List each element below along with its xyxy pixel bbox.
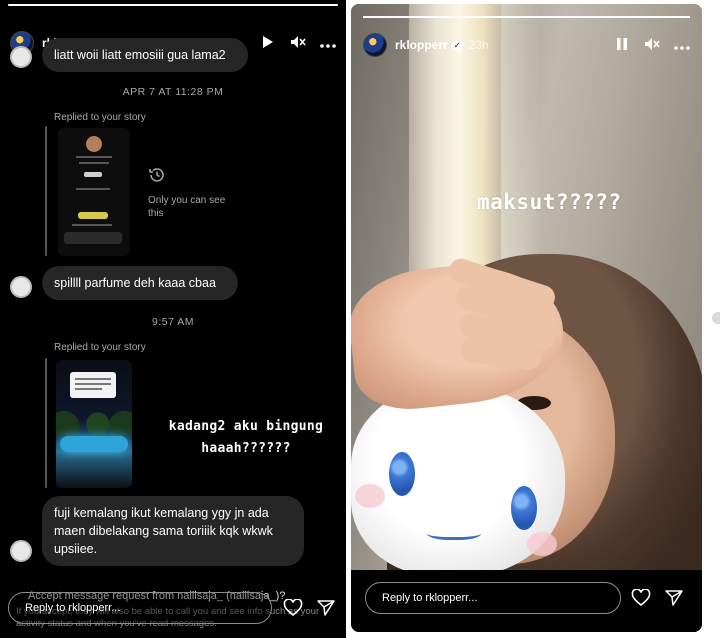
story-header: rklopperr ✓ 23h [351, 30, 702, 60]
send-icon[interactable] [663, 587, 685, 609]
story-time: 23h [468, 38, 489, 52]
reply-bar [45, 126, 47, 256]
reply-input[interactable]: Reply to rklopperr... [365, 582, 621, 614]
mute-icon[interactable] [290, 35, 306, 52]
pause-icon[interactable] [614, 37, 630, 54]
left-story-panel: rklopperr ✓ 23h liatt woii liatt emosiii… [0, 0, 346, 638]
story-progress-bar [363, 16, 690, 18]
story-caption: maksut????? [477, 190, 622, 214]
mute-icon[interactable] [644, 37, 660, 54]
replied-label: Replied to your story [54, 112, 146, 123]
play-icon[interactable] [260, 35, 276, 52]
replied-label: Replied to your story [54, 342, 146, 353]
reply-input[interactable]: Reply to rklopperr... [8, 592, 272, 624]
sender-avatar[interactable] [10, 540, 32, 562]
story-photo: maksut????? [351, 4, 702, 570]
more-icon[interactable] [320, 35, 336, 51]
reply-bar [45, 358, 47, 488]
right-story-panel: maksut????? rklopperr ✓ 23h Reply to rkl… [351, 4, 702, 632]
next-story-handle[interactable] [712, 312, 720, 324]
heart-icon[interactable] [282, 597, 304, 619]
story-thumbnail[interactable] [56, 360, 132, 488]
sender-avatar[interactable] [10, 276, 32, 298]
verified-icon: ✓ [451, 39, 463, 51]
story-thumbnail[interactable] [58, 128, 130, 256]
message-bubble: spillll parfume deh kaaa cbaa [42, 266, 238, 300]
more-icon[interactable] [674, 37, 690, 53]
avatar[interactable] [363, 33, 387, 57]
only-you-note: Only you can see this [148, 195, 226, 219]
sender-avatar[interactable] [10, 46, 32, 68]
heart-icon[interactable] [630, 587, 652, 609]
story-progress-bar [8, 4, 338, 6]
story-username[interactable]: rklopperr [395, 38, 448, 52]
message-bubble: liatt woii liatt emosiii gua lama2 [42, 38, 248, 72]
story-caption: kadang2 aku bingung haaah?????? [168, 419, 324, 456]
message-timestamp: 9:57 AM [151, 316, 195, 328]
message-timestamp: APR 7 AT 11:28 PM [122, 86, 224, 98]
history-icon [148, 166, 166, 189]
send-icon[interactable] [315, 597, 337, 619]
message-bubble: fuji kemalang ikut kemalang ygy jn ada m… [42, 496, 304, 566]
